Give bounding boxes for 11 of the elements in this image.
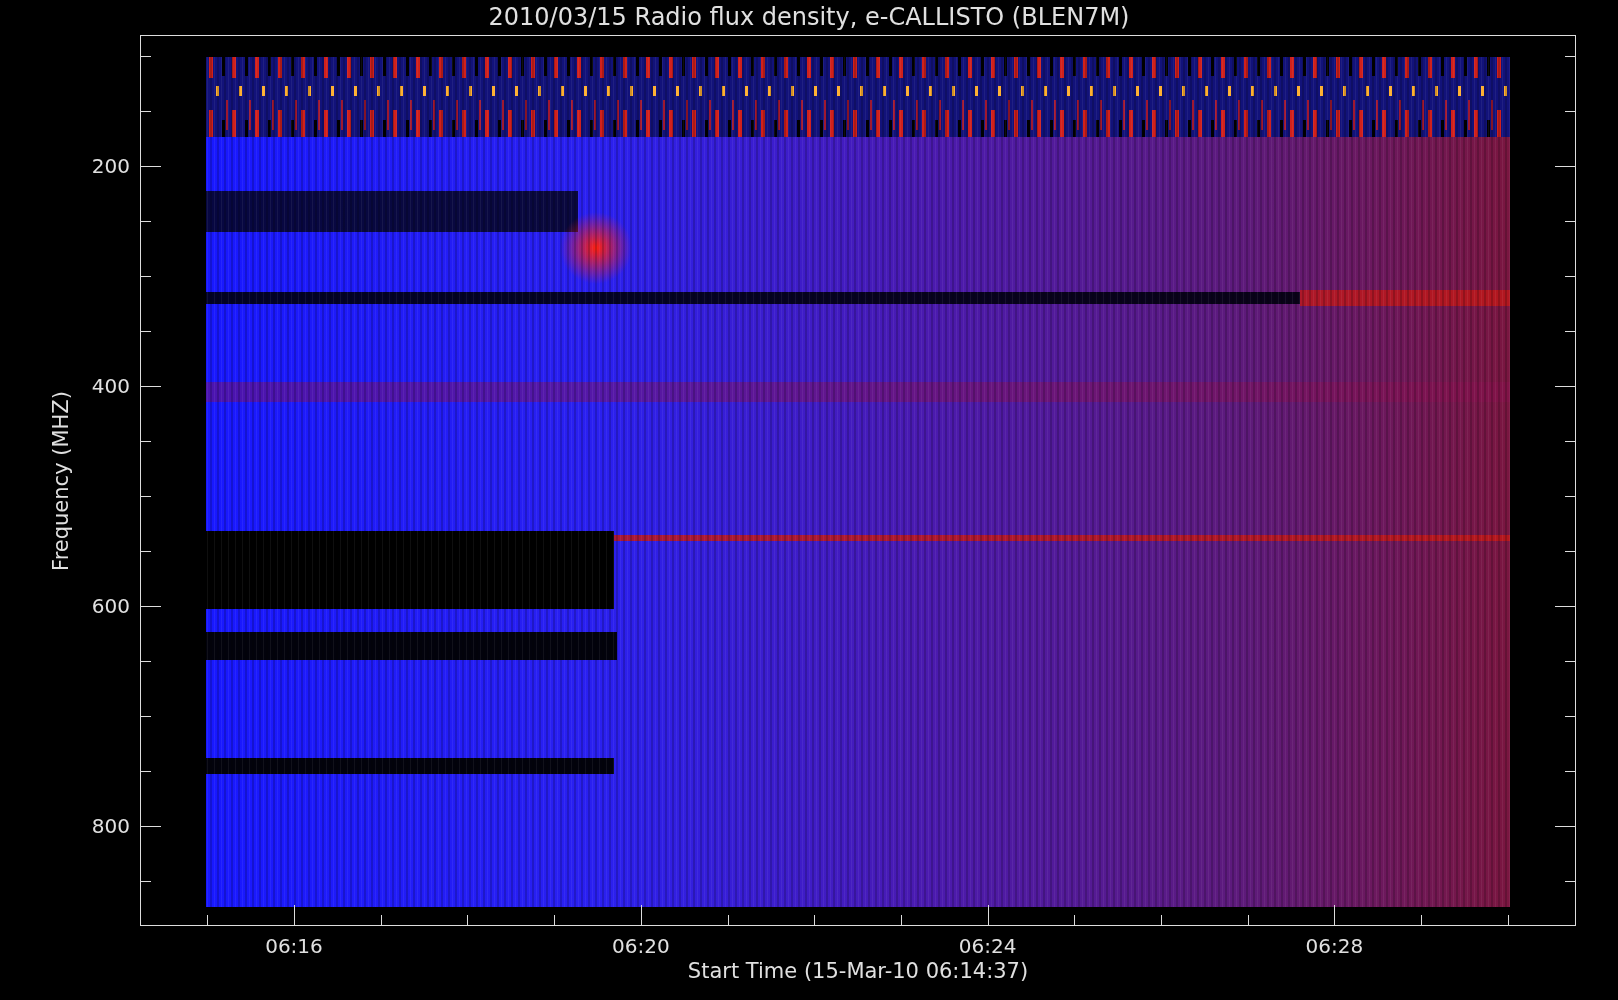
y-axis-label: Frequency (MHZ) xyxy=(49,391,73,571)
y-tick-label: 400 xyxy=(91,374,130,398)
chart-title: 2010/03/15 Radio flux density, e-CALLISTO (BLEN7M) xyxy=(488,3,1130,31)
x-tick-label: 06:28 xyxy=(1305,934,1364,958)
y-tick-label: 800 xyxy=(91,814,130,838)
y-tick-label: 600 xyxy=(91,594,130,618)
x-axis-label: Start Time (15-Mar-10 06:14:37) xyxy=(687,959,1029,983)
x-tick-label: 06:16 xyxy=(265,934,323,958)
x-tick-label: 06:24 xyxy=(958,934,1017,958)
x-tick-label: 06:20 xyxy=(612,934,670,958)
y-tick-label: 200 xyxy=(91,154,130,178)
